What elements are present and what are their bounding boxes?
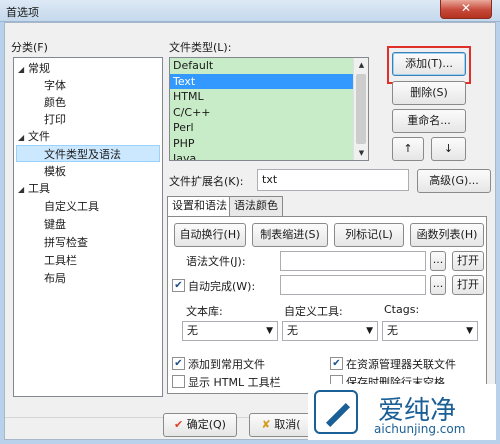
list-item[interactable]: HTML [170,89,368,105]
category-label: 分类(F) [11,41,48,54]
syntax-file-input[interactable] [280,251,426,271]
extension-input[interactable]: txt [257,169,409,191]
autocomplete-checkbox[interactable]: ✔ [172,279,185,292]
list-item[interactable]: PHP [170,136,368,152]
syntax-file-label: 语法文件(J): [186,255,246,268]
show-html-toolbar-checkbox[interactable] [172,375,185,388]
tree-item-font[interactable]: 字体 [44,77,66,94]
add-to-common-label: 添加到常用文件 [188,358,265,371]
ctags-select[interactable]: 无 ▼ [382,321,478,341]
list-item[interactable]: Text [170,73,368,89]
category-tree[interactable]: ◢ 常规 字体 颜色 打印 ◢ 文件 文件类型及语法 模板 ◢ 工具 自定义工具 键盘… [13,57,163,397]
syntax-browse-button[interactable]: ... [430,251,446,271]
library-select[interactable]: 无 ▼ [182,321,278,341]
associate-explorer-checkbox[interactable]: ✔ [330,357,343,370]
tree-item-color[interactable]: 颜色 [44,94,66,111]
tree-item-print[interactable]: 打印 [44,111,66,128]
column-mark-button[interactable]: 列标记(L) [334,223,404,247]
tree-item-spellcheck[interactable]: 拼写检查 [44,234,88,251]
ok-button[interactable]: ✔ 确定(Q) [163,413,237,437]
filetype-label: 文件类型(L): [169,41,232,54]
autocomplete-label: 自动完成(W): [188,280,256,293]
tree-item-filetypes-syntax[interactable]: 文件类型及语法 [16,145,160,162]
tree-item-general[interactable]: ◢ 常规 [18,60,50,77]
dropdown-arrow-icon: ▼ [466,326,473,336]
dropdown-arrow-icon: ▼ [366,326,373,336]
tree-item-file[interactable]: ◢ 文件 [18,128,50,145]
watermark-url: aichunjing.com [374,422,466,436]
title-bar: 首选项 ✕ [0,0,500,22]
function-list-button[interactable]: 函数列表(H) [410,223,484,247]
show-html-toolbar-label: 显示 HTML 工具栏 [188,376,281,389]
tab-indent-button[interactable]: 制表缩进(S) [252,223,328,247]
add-button[interactable]: 添加(T)... [392,52,466,76]
autowrap-button[interactable]: 自动换行(H) [174,223,246,247]
tree-item-template[interactable]: 模板 [44,163,66,180]
scroll-thumb[interactable] [356,74,366,144]
move-up-button[interactable]: ↑ [392,137,424,161]
tree-item-toolbar[interactable]: 工具栏 [44,252,77,269]
autocomplete-input[interactable] [280,275,426,295]
library-label: 文本库: [186,305,223,318]
autocomplete-browse-button[interactable]: ... [430,275,446,295]
expand-triangle-icon[interactable]: ◢ [18,181,28,198]
tab-settings-syntax[interactable]: 设置和语法 [167,196,232,217]
custom-tool-label: 自定义工具: [284,305,343,318]
list-item[interactable]: Java [170,151,368,160]
tree-item-keyboard[interactable]: 键盘 [44,216,66,233]
ctags-label: Ctags: [384,303,420,316]
preferences-dialog: 分类(F) ◢ 常规 字体 颜色 打印 ◢ 文件 文件类型及语法 模板 ◢ 工具 自定… [4,22,497,440]
custom-tool-select[interactable]: 无 ▼ [282,321,378,341]
tab-syntax-color[interactable]: 语法颜色 [229,196,283,216]
list-scrollbar[interactable]: ▲ ▼ [353,58,368,160]
advanced-button[interactable]: 高级(G)... [417,169,491,193]
tree-item-layout[interactable]: 布局 [44,270,66,287]
expand-triangle-icon[interactable]: ◢ [18,129,28,146]
list-item[interactable]: C/C++ [170,105,368,121]
associate-explorer-label: 在资源管理器关联文件 [346,358,456,371]
autocomplete-open-button[interactable]: 打开 [452,275,484,295]
scroll-down-icon[interactable]: ▼ [354,146,368,160]
filetype-list[interactable]: Default Text HTML C/C++ Perl PHP Java ▲ … [169,57,369,161]
close-button[interactable]: ✕ [440,0,492,19]
window-title: 首选项 [6,6,39,19]
checkmark-icon: ✔ [174,418,184,431]
cancel-button[interactable]: ✘ 取消( [249,413,313,437]
rename-button[interactable]: 重命名... [392,109,466,133]
dropdown-arrow-icon: ▼ [266,326,273,336]
list-item[interactable]: Default [170,58,368,74]
move-down-button[interactable]: ↓ [431,137,466,161]
add-to-common-checkbox[interactable]: ✔ [172,357,185,370]
watermark-logo-icon [314,390,358,434]
tree-item-tools[interactable]: ◢ 工具 [18,180,50,197]
expand-triangle-icon[interactable]: ◢ [18,61,28,78]
tab-strip: 设置和语法 语法颜色 [167,196,487,217]
tree-item-custom-tools[interactable]: 自定义工具 [44,198,99,215]
list-item[interactable]: Perl [170,120,368,136]
watermark: 爱纯净 aichunjing.com [308,384,496,440]
extension-label: 文件扩展名(K): [169,175,244,188]
cross-icon: ✘ [261,418,271,431]
scroll-up-icon[interactable]: ▲ [354,58,368,72]
syntax-open-button[interactable]: 打开 [452,251,484,271]
settings-panel: 自动换行(H) 制表缩进(S) 列标记(L) 函数列表(H) 语法文件(J): … [167,216,487,394]
delete-button[interactable]: 删除(S) [392,81,466,105]
